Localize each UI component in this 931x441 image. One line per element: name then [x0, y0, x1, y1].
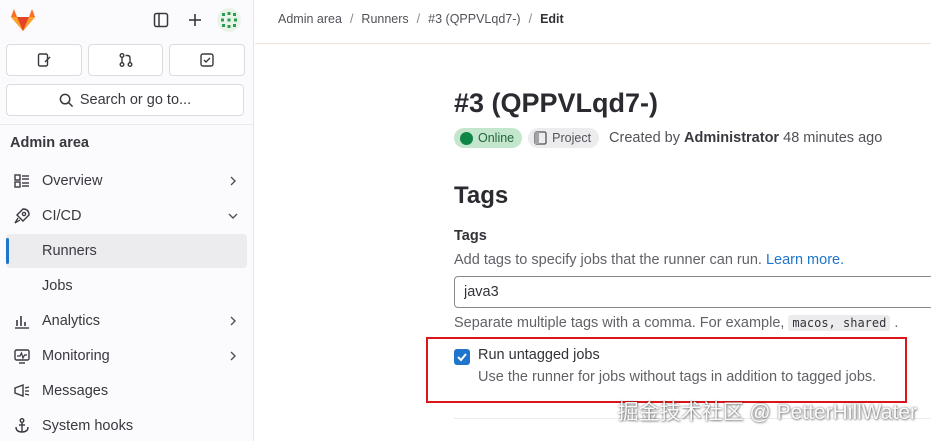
- tags-help: Add tags to specify jobs that the runner…: [454, 252, 762, 268]
- sidebar-item-label: Monitoring: [42, 348, 110, 364]
- status-badge: Online: [454, 128, 523, 148]
- sidebar-divider: [0, 124, 253, 125]
- created-info: Created by Administrator 48 minutes ago: [609, 130, 882, 146]
- breadcrumb-admin-area[interactable]: Admin area: [278, 12, 342, 26]
- search-icon: [59, 93, 73, 107]
- breadcrumb-separator: /: [416, 12, 421, 26]
- sidebar-item-cicd[interactable]: CI/CD: [6, 199, 247, 233]
- sidebar-toggle-icon[interactable]: [149, 8, 173, 32]
- todo-icon: [200, 53, 214, 67]
- tags-help-text: Add tags to specify jobs that the runner…: [454, 252, 844, 268]
- tags-separator-help: Separate multiple tags with a comma. For…: [454, 315, 898, 331]
- sidebar-top: [8, 6, 245, 34]
- created-by-user[interactable]: Administrator: [684, 130, 779, 146]
- merge-requests-shortcut-button[interactable]: [87, 44, 164, 76]
- sidebar-item-analytics[interactable]: Analytics: [6, 304, 247, 338]
- created-prefix: Created by: [609, 130, 680, 146]
- project-icon: [534, 131, 547, 145]
- watermark: 掘金技术社区 @ PetterHillWater: [617, 401, 917, 424]
- sidebar: Search or go to... Admin area Overview C…: [0, 0, 254, 441]
- created-ago: 48 minutes ago: [783, 130, 883, 146]
- monitor-icon: [14, 349, 30, 364]
- avatar[interactable]: [217, 8, 241, 32]
- status-online-icon: [460, 131, 473, 145]
- page-title: #3 (QPPVLqd7-): [454, 88, 659, 118]
- runner-type-badge: Project: [528, 128, 600, 148]
- search-button[interactable]: Search or go to...: [6, 84, 244, 116]
- sidebar-nav: Overview CI/CD Runners Jobs Analytics Mo…: [6, 164, 247, 441]
- sidebar-item-label: Jobs: [42, 278, 73, 294]
- sidebar-item-label: System hooks: [42, 418, 134, 434]
- breadcrumb-runner[interactable]: #3 (QPPVLqd7-): [428, 12, 520, 26]
- tags-heading: Tags: [454, 182, 509, 209]
- sidebar-item-system-hooks[interactable]: System hooks: [6, 409, 247, 441]
- sidebar-item-label: CI/CD: [42, 208, 82, 224]
- status-label: Online: [478, 131, 515, 145]
- todos-shortcut-button[interactable]: [169, 44, 246, 76]
- chevron-down-icon: [228, 213, 238, 219]
- breadcrumb-edit[interactable]: Edit: [540, 12, 564, 26]
- sidebar-item-runners[interactable]: Runners: [6, 234, 247, 268]
- hook-icon: [15, 418, 29, 433]
- runner-meta: Online Project Created by Administrator …: [454, 128, 882, 148]
- example-code: macos, shared: [788, 315, 891, 331]
- learn-more-link[interactable]: Learn more.: [766, 252, 844, 268]
- sidebar-section-title: Admin area: [10, 135, 89, 151]
- sidebar-item-overview[interactable]: Overview: [6, 164, 247, 198]
- sidebar-item-label: Messages: [42, 383, 109, 399]
- messages-icon: [14, 383, 30, 398]
- chevron-right-icon: [230, 316, 236, 326]
- breadcrumb-separator: /: [528, 12, 533, 26]
- sidebar-item-label: Overview: [42, 173, 103, 189]
- chevron-right-icon: [230, 176, 236, 186]
- runner-type-label: Project: [552, 131, 592, 145]
- breadcrumb-separator: /: [349, 12, 354, 26]
- chart-icon: [15, 316, 29, 329]
- chevron-right-icon: [230, 351, 236, 361]
- sidebar-shortcuts: [6, 44, 246, 76]
- tags-field-label: Tags: [454, 228, 487, 244]
- issues-icon: [37, 53, 51, 67]
- sidebar-item-label: Analytics: [42, 313, 101, 329]
- sidebar-item-label: Runners: [42, 243, 97, 259]
- annotation-highlight-box: [426, 337, 907, 403]
- overview-icon: [14, 174, 29, 188]
- top-bar: Admin area / Runners / #3 (QPPVLqd7-) / …: [255, 0, 931, 44]
- rocket-icon: [14, 208, 30, 224]
- create-new-icon[interactable]: [183, 8, 207, 32]
- gitlab-logo-icon[interactable]: [10, 8, 36, 32]
- separator-help-end: .: [894, 315, 899, 331]
- breadcrumb: Admin area / Runners / #3 (QPPVLqd7-) / …: [278, 12, 564, 26]
- search-label: Search or go to...: [79, 92, 192, 108]
- sidebar-item-messages[interactable]: Messages: [6, 374, 247, 408]
- issues-shortcut-button[interactable]: [6, 44, 82, 76]
- sidebar-item-monitoring[interactable]: Monitoring: [6, 339, 247, 373]
- separator-help-text: Separate multiple tags with a comma. For…: [454, 315, 785, 331]
- breadcrumb-runners[interactable]: Runners: [361, 12, 408, 26]
- sidebar-item-jobs[interactable]: Jobs: [6, 269, 247, 303]
- merge-request-icon: [119, 53, 132, 67]
- tags-input[interactable]: [454, 276, 931, 308]
